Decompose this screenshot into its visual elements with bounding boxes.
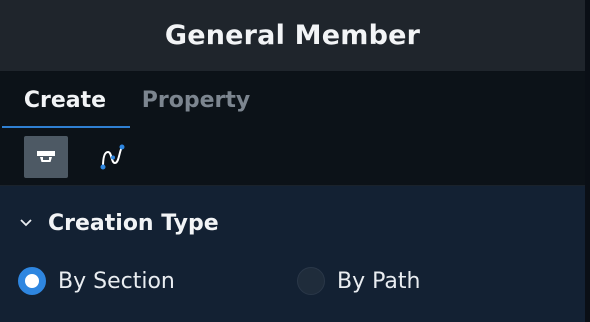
- chevron-down-icon: [18, 215, 34, 231]
- by-path-option[interactable]: By Path: [297, 261, 420, 301]
- section-tool-button[interactable]: [24, 136, 68, 178]
- tab-create[interactable]: Create: [0, 72, 130, 128]
- panel-title: General Member: [164, 20, 421, 51]
- creation-type-section: Creation Type By Section By Path: [0, 186, 585, 322]
- by-section-label: By Section: [58, 268, 175, 294]
- path-tool-button[interactable]: [90, 136, 134, 178]
- section-shape-icon: [37, 151, 55, 162]
- by-section-radio[interactable]: [18, 267, 46, 295]
- tab-property[interactable]: Property: [130, 72, 262, 128]
- by-path-label: By Path: [337, 268, 421, 294]
- general-member-panel: General Member Create Property Creation …: [0, 0, 590, 322]
- by-path-radio[interactable]: [297, 267, 325, 295]
- creation-type-header[interactable]: Creation Type: [0, 200, 219, 246]
- tab-bar: Create Property: [0, 72, 585, 128]
- creation-toolbar: [0, 128, 585, 186]
- by-section-option[interactable]: By Section: [18, 261, 175, 301]
- creation-type-heading: Creation Type: [48, 210, 219, 236]
- path-curve-icon: [100, 144, 125, 170]
- panel-edge: [585, 0, 590, 322]
- panel-title-bar: General Member: [0, 0, 585, 72]
